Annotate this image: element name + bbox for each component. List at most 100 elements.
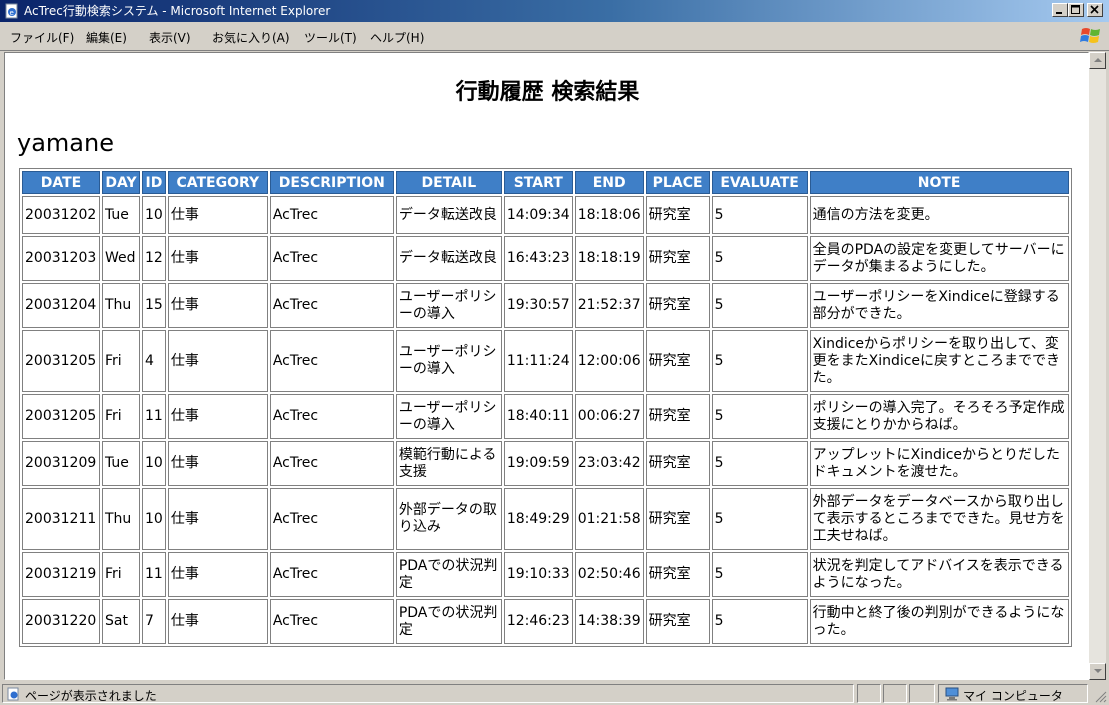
cell-evaluate: 5 (711, 196, 808, 234)
cell-note: 通信の方法を変更。 (809, 196, 1069, 234)
cell-place: 研究室 (645, 236, 710, 281)
cell-detail: データ転送改良 (395, 196, 502, 234)
cell-category: 仕事 (167, 599, 268, 644)
cell-day: Wed (102, 236, 140, 281)
menu-edit[interactable]: 編集(E) (86, 29, 127, 46)
cell-end: 18:18:19 (574, 236, 644, 281)
cell-evaluate: 5 (711, 236, 808, 281)
menu-tools[interactable]: ツール(T) (304, 29, 357, 46)
cell-date: 20031204 (22, 283, 100, 328)
table-row: 20031204 Thu 15 仕事 AcTrec ユーザーポリシーの導入 19… (22, 283, 1069, 328)
header-description: DESCRIPTION (269, 171, 394, 194)
cell-category: 仕事 (167, 196, 268, 234)
header-day: DAY (102, 171, 140, 194)
cell-detail: 外部データの取り込み (395, 488, 502, 550)
page-loaded-icon (7, 687, 19, 701)
cell-category: 仕事 (167, 394, 268, 439)
cell-start: 18:49:29 (503, 488, 573, 550)
cell-end: 01:21:58 (574, 488, 644, 550)
maximize-button[interactable] (1068, 3, 1084, 17)
menu-view[interactable]: 表示(V) (149, 29, 191, 46)
header-category: CATEGORY (167, 171, 268, 194)
cell-description: AcTrec (269, 196, 394, 234)
cell-end: 14:38:39 (574, 599, 644, 644)
cell-description: AcTrec (269, 236, 394, 281)
cell-note: ポリシーの導入完了。そろそろ予定作成支援にとりかからねば。 (809, 394, 1069, 439)
cell-day: Fri (102, 394, 140, 439)
cell-start: 14:09:34 (503, 196, 573, 234)
cell-day: Thu (102, 283, 140, 328)
cell-end: 18:18:06 (574, 196, 644, 234)
cell-description: AcTrec (269, 488, 394, 550)
cell-id: 12 (142, 236, 166, 281)
cell-note: 状況を判定してアドバイスを表示できるようになった。 (809, 552, 1069, 597)
table-row: 20031205 Fri 11 仕事 AcTrec ユーザーポリシーの導入 18… (22, 394, 1069, 439)
security-zone[interactable]: マイ コンピュータ (938, 684, 1088, 703)
cell-id: 11 (142, 552, 166, 597)
cell-description: AcTrec (269, 283, 394, 328)
window-titlebar[interactable]: e AcTrec行動検索システム - Microsoft Internet Ex… (0, 0, 1109, 22)
menu-favorites[interactable]: お気に入り(A) (212, 29, 290, 46)
scroll-down-button[interactable] (1089, 663, 1106, 680)
header-evaluate: EVALUATE (711, 171, 808, 194)
window-title: AcTrec行動検索システム - Microsoft Internet Expl… (24, 4, 331, 18)
browser-content: 行動履歴 検索結果 yamane DATE DAY ID CATEGORY DE… (4, 52, 1089, 680)
header-end: END (574, 171, 644, 194)
menu-help[interactable]: ヘルプ(H) (370, 29, 424, 46)
vertical-scrollbar[interactable] (1089, 52, 1106, 680)
scroll-up-button[interactable] (1089, 52, 1106, 69)
table-row: 20031203 Wed 12 仕事 AcTrec データ転送改良 16:43:… (22, 236, 1069, 281)
cell-end: 02:50:46 (574, 552, 644, 597)
cell-detail: データ転送改良 (395, 236, 502, 281)
minimize-icon (1056, 12, 1062, 14)
cell-date: 20031209 (22, 441, 100, 486)
cell-category: 仕事 (167, 552, 268, 597)
user-name: yamane (17, 129, 114, 157)
table-row: 20031205 Fri 4 仕事 AcTrec ユーザーポリシーの導入 11:… (22, 330, 1069, 392)
my-computer-icon (945, 687, 959, 701)
results-table: DATE DAY ID CATEGORY DESCRIPTION DETAIL … (19, 168, 1072, 647)
ie-page-icon: e (5, 3, 18, 19)
menu-file[interactable]: ファイル(F) (10, 29, 74, 46)
cell-date: 20031220 (22, 599, 100, 644)
maximize-icon (1071, 5, 1080, 14)
cell-date: 20031202 (22, 196, 100, 234)
cell-place: 研究室 (645, 599, 710, 644)
cell-evaluate: 5 (711, 441, 808, 486)
zone-label: マイ コンピュータ (963, 689, 1063, 703)
minimize-button[interactable] (1052, 3, 1068, 17)
close-icon (1090, 5, 1099, 14)
status-pane (883, 684, 907, 703)
cell-description: AcTrec (269, 330, 394, 392)
cell-start: 19:30:57 (503, 283, 573, 328)
svg-text:e: e (10, 9, 14, 17)
cell-day: Fri (102, 330, 140, 392)
table-row: 20031211 Thu 10 仕事 AcTrec 外部データの取り込み 18:… (22, 488, 1069, 550)
resize-grip-icon[interactable] (1093, 689, 1107, 703)
cell-end: 00:06:27 (574, 394, 644, 439)
cell-id: 10 (142, 441, 166, 486)
cell-start: 18:40:11 (503, 394, 573, 439)
cell-start: 12:46:23 (503, 599, 573, 644)
cell-detail: PDAでの状況判定 (395, 599, 502, 644)
cell-note: ユーザーポリシーをXindiceに登録する部分ができた。 (809, 283, 1069, 328)
cell-detail: 模範行動による支援 (395, 441, 502, 486)
cell-detail: ユーザーポリシーの導入 (395, 394, 502, 439)
cell-category: 仕事 (167, 236, 268, 281)
cell-note: アップレットにXindiceからとりだしたドキュメントを渡せた。 (809, 441, 1069, 486)
arrow-down-icon (1094, 669, 1102, 673)
table-row: 20031202 Tue 10 仕事 AcTrec データ転送改良 14:09:… (22, 196, 1069, 234)
cell-description: AcTrec (269, 599, 394, 644)
cell-start: 19:09:59 (503, 441, 573, 486)
table-row: 20031219 Fri 11 仕事 AcTrec PDAでの状況判定 19:1… (22, 552, 1069, 597)
close-button[interactable] (1087, 3, 1103, 17)
header-date: DATE (22, 171, 100, 194)
cell-place: 研究室 (645, 394, 710, 439)
status-pane (909, 684, 935, 703)
cell-description: AcTrec (269, 394, 394, 439)
cell-day: Fri (102, 552, 140, 597)
cell-date: 20031205 (22, 330, 100, 392)
cell-note: 行動中と終了後の判別ができるようになった。 (809, 599, 1069, 644)
cell-day: Tue (102, 196, 140, 234)
cell-description: AcTrec (269, 552, 394, 597)
